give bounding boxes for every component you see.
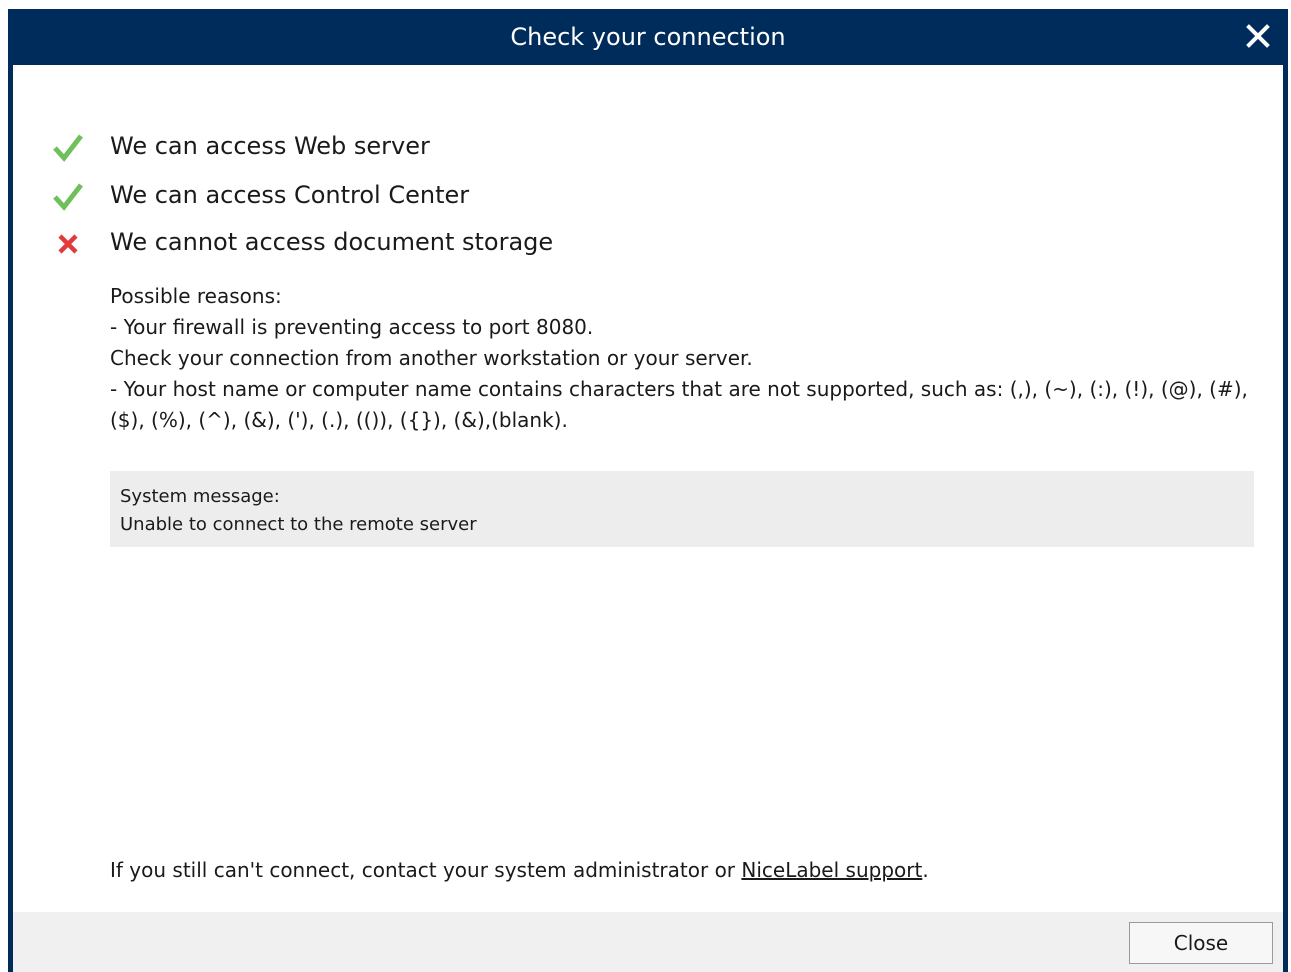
support-text-end: . — [922, 858, 929, 882]
close-icon[interactable] — [1242, 20, 1274, 52]
status-text: We cannot access document storage — [110, 228, 554, 256]
status-text: We can access Web server — [110, 132, 430, 160]
reason-host-name-chars: ($), (%), (^), (&), ('), (.), (()), ({})… — [110, 408, 568, 432]
support-footer: If you still can't connect, contact your… — [110, 855, 929, 885]
title-bar: Check your connection — [8, 9, 1288, 65]
nicelabel-support-link[interactable]: NiceLabel support — [741, 858, 922, 882]
status-row-control-center: We can access Control Center — [51, 176, 469, 216]
checkmark-icon — [51, 179, 85, 213]
reason-host-name: - Your host name or computer name contai… — [110, 377, 1248, 401]
reason-firewall: - Your firewall is preventing access to … — [110, 315, 594, 339]
button-bar: Close — [13, 912, 1283, 972]
dialog-title: Check your connection — [510, 23, 786, 51]
system-message-label: System message: — [120, 486, 280, 507]
cross-icon — [51, 226, 85, 260]
possible-reasons: Possible reasons: - Your firewall is pre… — [110, 281, 1260, 436]
system-message-text: Unable to connect to the remote server — [120, 514, 477, 535]
connection-dialog: Check your connection We can access Web … — [8, 9, 1288, 972]
system-message-box: System message: Unable to connect to the… — [110, 471, 1254, 547]
reasons-heading: Possible reasons: — [110, 284, 282, 308]
reason-check-connection: Check your connection from another works… — [110, 346, 753, 370]
checkmark-icon — [51, 130, 85, 164]
close-button[interactable]: Close — [1129, 922, 1273, 964]
support-text: If you still can't connect, contact your… — [110, 858, 742, 882]
status-row-document-storage: We cannot access document storage — [51, 223, 553, 263]
status-row-web-server: We can access Web server — [51, 127, 430, 167]
status-text: We can access Control Center — [110, 181, 470, 209]
